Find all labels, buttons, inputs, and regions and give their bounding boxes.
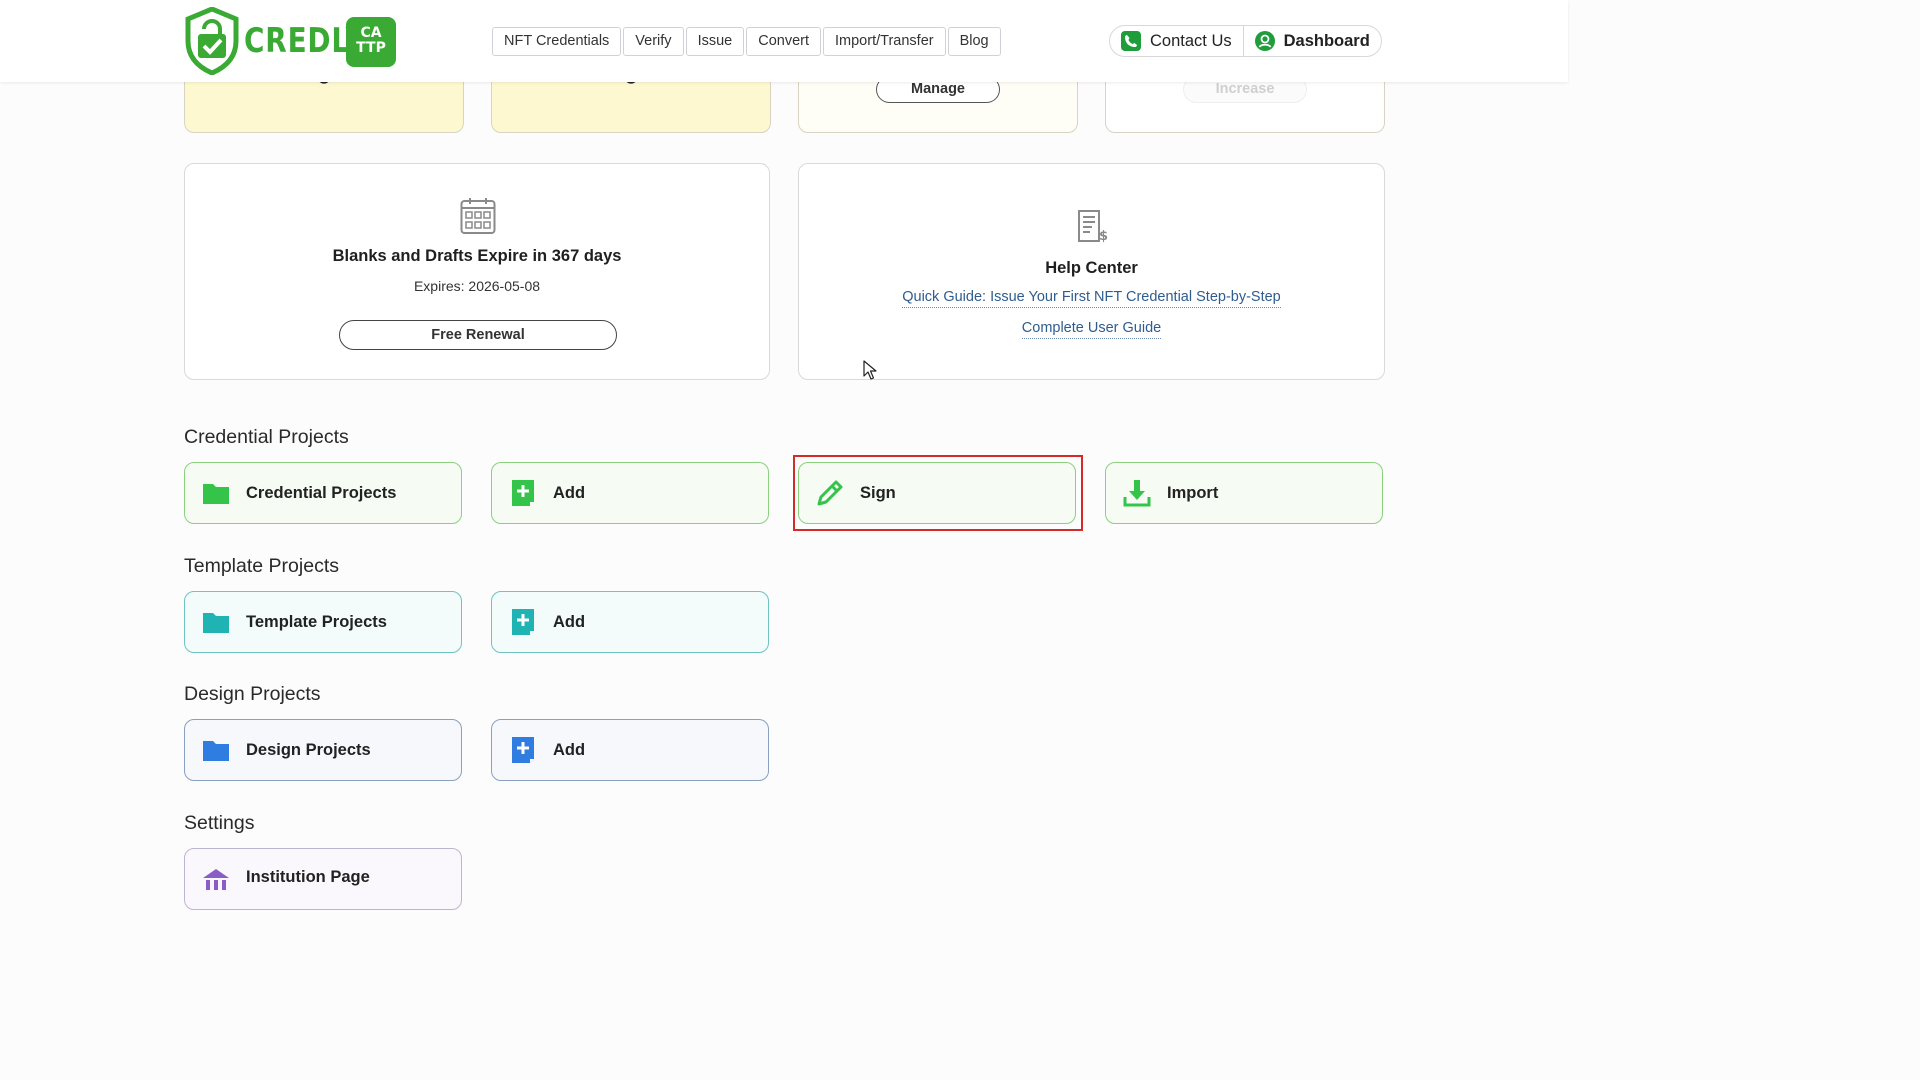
add-credential-label: Add xyxy=(553,483,586,502)
sign-credential-tile[interactable]: Sign xyxy=(798,462,1076,524)
nav-nft-credentials[interactable]: NFT Credentials xyxy=(492,27,622,56)
add-document-icon xyxy=(512,480,534,506)
add-template-label: Add xyxy=(553,612,586,631)
help-center-title: Help Center xyxy=(1045,259,1138,277)
nav-issue[interactable]: Issue xyxy=(685,27,745,56)
import-credential-tile[interactable]: Import xyxy=(1105,462,1383,524)
template-projects-heading: Template Projects xyxy=(184,555,339,577)
expiry-card: Blanks and Drafts Expire in 367 days Exp… xyxy=(184,163,770,380)
nav-verify[interactable]: Verify xyxy=(623,27,684,56)
help-center-card: $ Help Center Quick Guide: Issue Your Fi… xyxy=(798,163,1385,380)
design-projects-tile[interactable]: Design Projects xyxy=(184,719,462,781)
shield-check-icon xyxy=(185,7,239,75)
template-projects-tile[interactable]: Template Projects xyxy=(184,591,462,653)
settings-heading: Settings xyxy=(184,812,255,834)
quick-guide-link-row: Quick Guide: Issue Your First NFT Creden… xyxy=(799,289,1384,308)
add-template-project-tile[interactable]: Add xyxy=(491,591,769,653)
expiry-title: Blanks and Drafts Expire in 367 days xyxy=(332,247,622,265)
institution-page-label: Institution Page xyxy=(246,868,370,886)
free-renewal-button[interactable]: Free Renewal xyxy=(339,320,617,350)
dashboard-button[interactable]: Dashboard xyxy=(1242,26,1381,56)
logo-badge-line1: CA xyxy=(360,25,382,41)
sign-label: Sign xyxy=(860,483,896,502)
nav-blog[interactable]: Blog xyxy=(947,27,1001,56)
credential-projects-tile[interactable]: Credential Projects xyxy=(184,462,462,524)
design-projects-label: Design Projects xyxy=(246,740,371,759)
header-actions: Contact Us Dashboard xyxy=(1109,25,1382,57)
design-projects-heading: Design Projects xyxy=(184,683,321,705)
mouse-cursor-icon xyxy=(863,360,877,380)
credential-projects-heading: Credential Projects xyxy=(184,426,349,448)
add-document-icon xyxy=(512,737,534,763)
import-label: Import xyxy=(1167,483,1219,502)
phone-icon xyxy=(1121,31,1141,51)
folder-icon xyxy=(203,613,229,633)
template-projects-label: Template Projects xyxy=(246,612,387,631)
folder-icon xyxy=(203,741,229,761)
user-circle-icon xyxy=(1254,31,1275,51)
add-document-icon xyxy=(512,609,534,635)
pencil-icon xyxy=(817,480,843,506)
contact-us-label: Contact Us xyxy=(1150,31,1232,50)
invoice-icon: $ xyxy=(1078,210,1108,243)
expiry-date: Expires: 2026-05-08 xyxy=(413,278,541,294)
svg-text:$: $ xyxy=(1099,229,1108,243)
nav-convert[interactable]: Convert xyxy=(746,27,822,56)
nav-import-transfer[interactable]: Import/Transfer xyxy=(823,27,946,56)
calendar-icon xyxy=(460,198,496,234)
download-icon xyxy=(1123,480,1151,507)
add-design-project-tile[interactable]: Add xyxy=(491,719,769,781)
contact-us-button[interactable]: Contact Us xyxy=(1110,26,1243,56)
institution-icon xyxy=(203,869,229,890)
site-header: CREDLY CA TTP NFT Credentials Verify Iss… xyxy=(0,0,1568,82)
main-nav: NFT Credentials Verify Issue Convert Imp… xyxy=(492,27,1003,56)
user-guide-link[interactable]: Complete User Guide xyxy=(1021,320,1162,339)
user-guide-link-row: Complete User Guide xyxy=(799,320,1384,339)
add-credential-project-tile[interactable]: Add xyxy=(491,462,769,524)
credential-projects-label: Credential Projects xyxy=(246,483,397,502)
quick-guide-link[interactable]: Quick Guide: Issue Your First NFT Creden… xyxy=(902,289,1281,308)
dashboard-label: Dashboard xyxy=(1283,31,1370,50)
folder-icon xyxy=(203,484,229,504)
logo-badge-line2: TTP xyxy=(356,40,386,56)
add-design-label: Add xyxy=(553,740,586,759)
credly-logo[interactable]: CREDLY CA TTP xyxy=(184,7,396,75)
institution-page-tile[interactable]: Institution Page xyxy=(184,848,462,910)
logo-badge: CA TTP xyxy=(346,17,396,67)
